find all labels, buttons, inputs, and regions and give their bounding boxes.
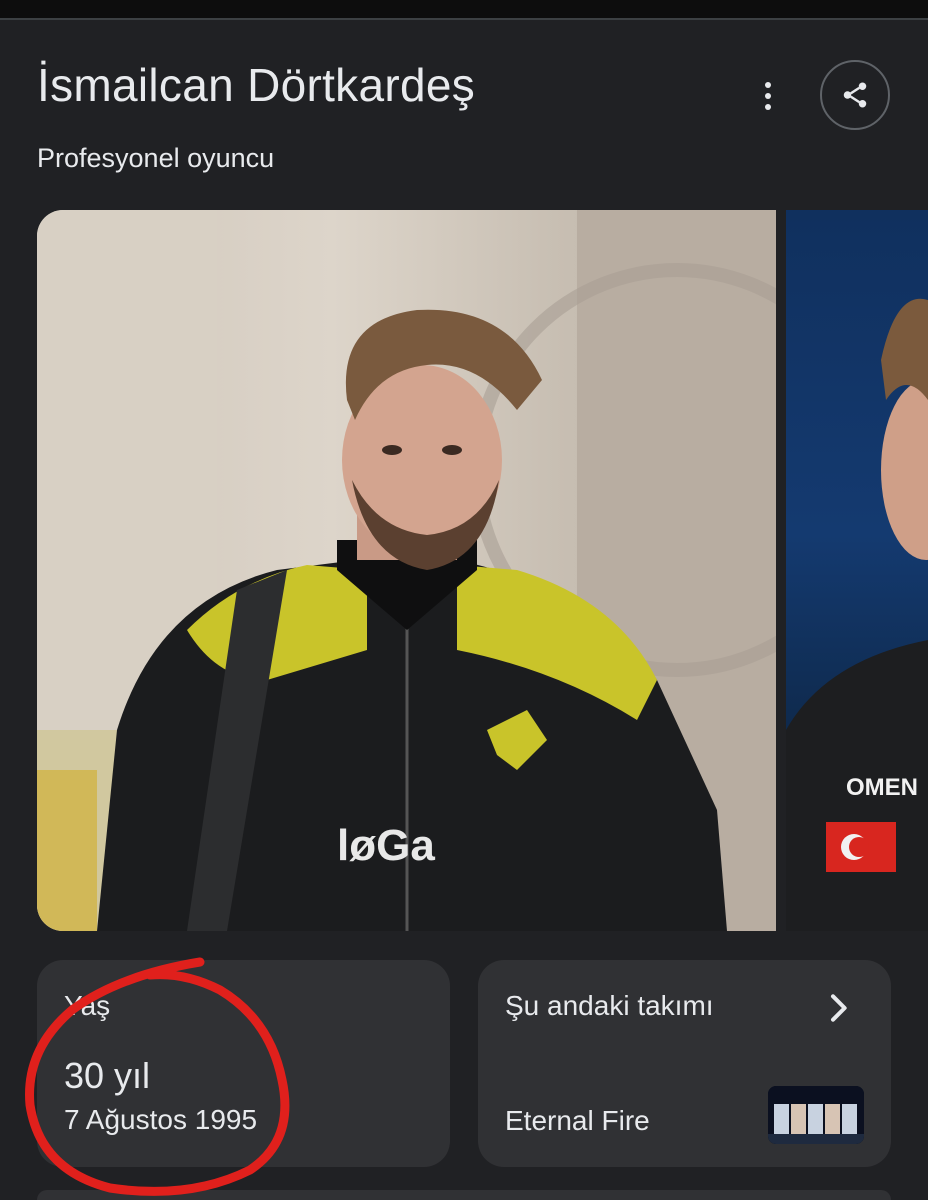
share-icon bbox=[843, 82, 867, 108]
chevron-right-icon bbox=[831, 994, 847, 1022]
team-photo-icon bbox=[768, 1086, 864, 1144]
status-bar-divider bbox=[0, 18, 928, 20]
status-bar bbox=[0, 0, 928, 20]
more-vert-icon bbox=[765, 82, 771, 88]
player-photo-main[interactable]: løGa bbox=[37, 210, 776, 931]
age-value: 30 yıl bbox=[64, 1055, 151, 1096]
more-options-button[interactable] bbox=[748, 74, 788, 118]
next-card-edge bbox=[37, 1190, 891, 1200]
share-button[interactable] bbox=[820, 60, 890, 130]
player-photo-illustration: løGa bbox=[37, 210, 776, 931]
player-photo-secondary-illustration: OMEN bbox=[786, 298, 928, 931]
birth-date: 7 Ağustos 1995 bbox=[64, 1104, 258, 1135]
svg-text:OMEN: OMEN bbox=[846, 774, 918, 801]
age-card[interactable]: Yaş 30 yıl 7 Ağustos 1995 bbox=[37, 960, 450, 1167]
player-photo-secondary[interactable]: OMEN bbox=[786, 210, 928, 931]
team-thumbnail[interactable] bbox=[768, 1086, 864, 1144]
entity-subtitle: Profesyonel oyuncu bbox=[37, 143, 275, 173]
entity-title: İsmailcan Dörtkardeş bbox=[37, 59, 476, 111]
svg-text:løGa: løGa bbox=[337, 821, 435, 870]
current-team-card[interactable]: Şu andaki takımı Eternal Fire bbox=[478, 960, 891, 1167]
team-label: Şu andaki takımı bbox=[505, 990, 714, 1021]
age-label: Yaş bbox=[64, 990, 111, 1021]
team-name: Eternal Fire bbox=[505, 1105, 650, 1136]
